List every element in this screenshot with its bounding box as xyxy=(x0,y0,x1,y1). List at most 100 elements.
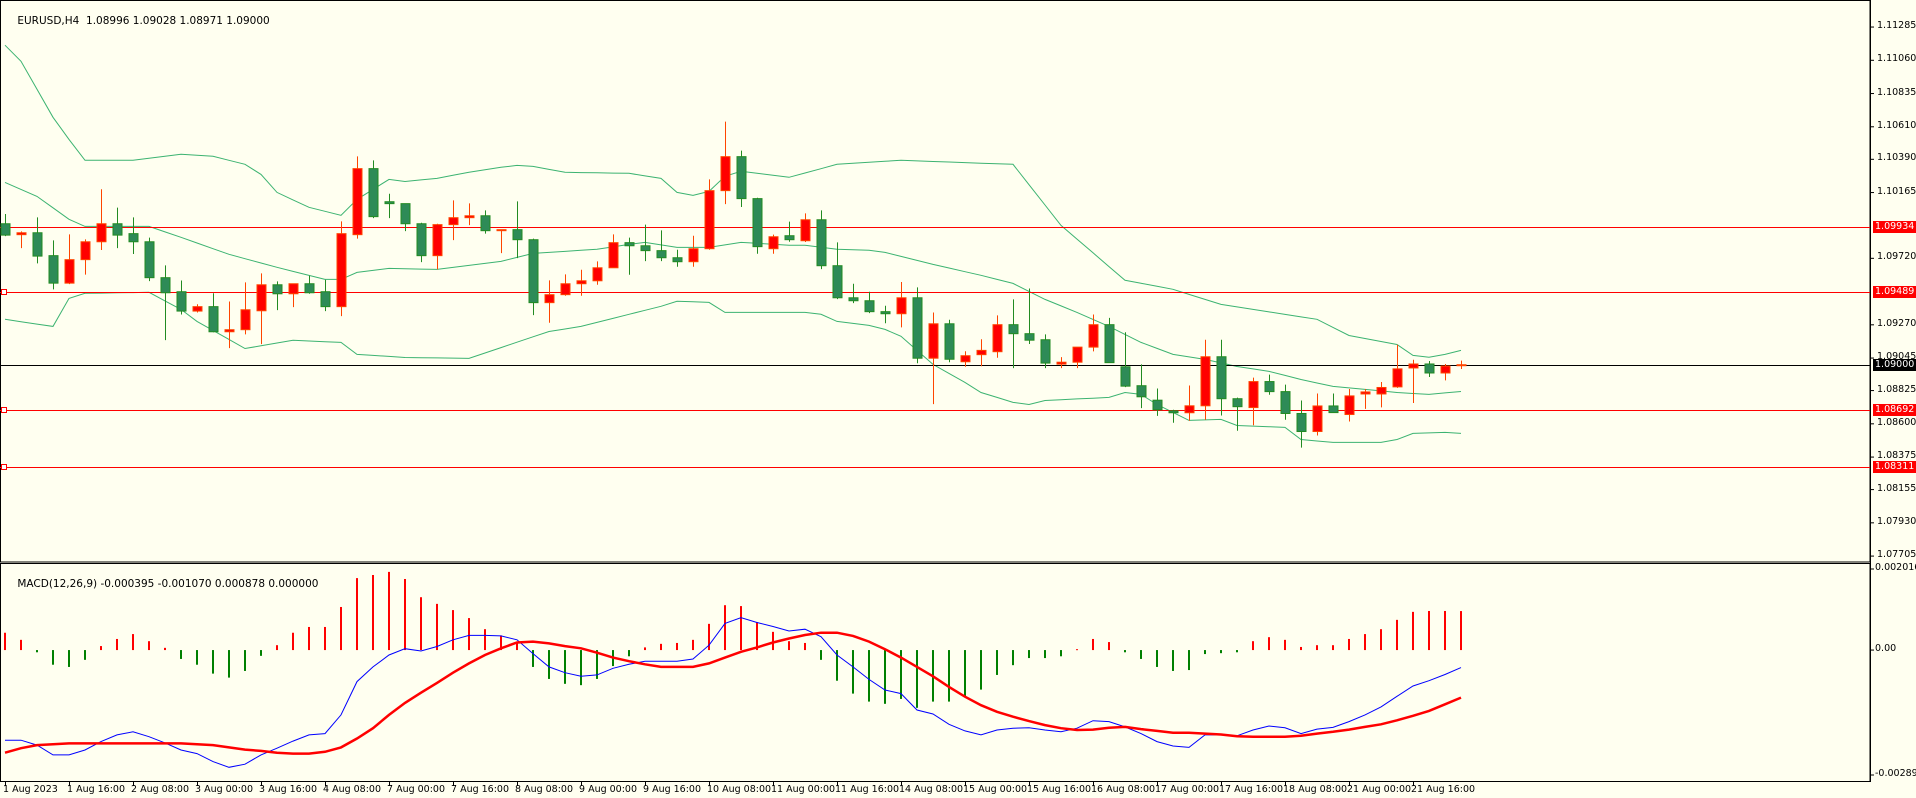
macd-title: MACD(12,26,9) xyxy=(17,578,98,590)
candle-body xyxy=(1296,412,1307,433)
macd-histogram-bar xyxy=(1284,639,1286,651)
trading-chart[interactable]: EURUSD,H4 1.08996 1.09028 1.08971 1.0900… xyxy=(0,0,1916,798)
price-tick-label: 1.08600 xyxy=(1877,416,1916,428)
macd-histogram-bar xyxy=(356,578,358,651)
candle xyxy=(752,197,763,254)
candle-body xyxy=(736,156,747,200)
macd-histogram-bar xyxy=(1124,650,1126,653)
candle-body xyxy=(960,355,971,363)
candle-body xyxy=(848,297,859,302)
macd-values: -0.000395 -0.001070 0.000878 0.000000 xyxy=(100,578,319,590)
macd-histogram-bar xyxy=(452,610,454,651)
candle-body xyxy=(448,217,459,226)
candle xyxy=(144,237,155,282)
time-tick-label: 21 Aug 16:00 xyxy=(1411,784,1476,795)
candle-body xyxy=(240,309,251,331)
candle-body xyxy=(1392,368,1403,388)
candle-body xyxy=(1312,405,1323,433)
macd-histogram-bar xyxy=(404,578,406,651)
macd-histogram-bar xyxy=(1140,650,1142,659)
candle-body xyxy=(16,232,27,236)
macd-histogram-bar xyxy=(820,650,822,660)
candle-body xyxy=(352,168,363,236)
candle-body xyxy=(880,311,891,315)
candle-body xyxy=(80,241,91,261)
macd-histogram-bar xyxy=(564,650,566,684)
time-tick-label: 7 Aug 16:00 xyxy=(451,784,510,795)
time-tick-label: 21 Aug 00:00 xyxy=(1347,784,1412,795)
candle-body xyxy=(1088,324,1099,348)
candle-body xyxy=(1280,391,1291,414)
macd-histogram-bar xyxy=(788,641,790,651)
chart-header: EURUSD,H4 1.08996 1.09028 1.08971 1.0900… xyxy=(4,3,269,39)
time-tick-label: 8 Aug 08:00 xyxy=(515,784,574,795)
candle-body xyxy=(64,259,75,284)
macd-histogram-bar xyxy=(804,642,806,651)
macd-histogram-bar xyxy=(20,639,22,651)
candle-body xyxy=(1376,386,1387,395)
candle-body xyxy=(1232,398,1243,408)
candle-body xyxy=(112,223,123,236)
macd-histogram-bar xyxy=(1428,610,1430,651)
time-tick-label: 2 Aug 08:00 xyxy=(131,784,190,795)
candle-body xyxy=(592,267,603,282)
macd-histogram-bar xyxy=(996,650,998,675)
price-tick-label: 1.11060 xyxy=(1877,53,1916,65)
macd-histogram-bar xyxy=(1444,610,1446,651)
candle-body xyxy=(624,242,635,247)
bid-price-label: 1.09000 xyxy=(1873,358,1916,371)
macd-histogram-bar xyxy=(1012,650,1014,666)
candle-body xyxy=(944,323,955,360)
candle xyxy=(368,160,379,219)
macd-histogram-bar xyxy=(228,650,230,678)
time-tick-label: 11 Aug 16:00 xyxy=(835,784,900,795)
price-chart-panel[interactable] xyxy=(0,0,1916,798)
candle-body xyxy=(752,198,763,248)
macd-histogram-bar xyxy=(84,650,86,660)
macd-header: MACD(12,26,9) -0.000395 -0.001070 0.0008… xyxy=(4,566,318,602)
macd-histogram-bar xyxy=(484,629,486,651)
macd-histogram-bar xyxy=(548,650,550,679)
time-tick-label: 4 Aug 08:00 xyxy=(323,784,382,795)
level-line-handle xyxy=(1,289,7,295)
macd-histogram-bar xyxy=(1252,641,1254,651)
time-tick-label: 14 Aug 08:00 xyxy=(899,784,964,795)
macd-histogram-bar xyxy=(1396,619,1398,651)
macd-histogram-bar xyxy=(324,626,326,651)
candle xyxy=(912,287,923,364)
candle xyxy=(1040,334,1051,369)
macd-histogram-bar xyxy=(1108,642,1110,651)
candle xyxy=(1104,317,1115,364)
macd-histogram-bar xyxy=(1268,637,1270,651)
macd-histogram-bar xyxy=(436,603,438,651)
candle-body xyxy=(576,280,587,285)
candle-body xyxy=(160,277,171,294)
macd-histogram-bar xyxy=(724,605,726,651)
symbol-timeframe: EURUSD,H4 xyxy=(17,15,80,27)
candle-body xyxy=(368,168,379,218)
price-tick-label: 1.10610 xyxy=(1877,119,1916,131)
time-tick-label: 7 Aug 00:00 xyxy=(387,784,446,795)
candle-body xyxy=(1344,395,1355,416)
level-price-label: 1.08311 xyxy=(1873,460,1916,473)
macd-histogram-bar xyxy=(1364,634,1366,651)
candle xyxy=(352,156,363,239)
candle-body xyxy=(1136,385,1147,398)
time-tick-label: 1 Aug 2023 xyxy=(3,784,58,795)
candle-body xyxy=(1056,361,1067,365)
macd-histogram-bar xyxy=(100,646,102,651)
price-tick-label: 1.10390 xyxy=(1877,152,1916,164)
price-tick-label: 1.10835 xyxy=(1877,86,1916,98)
time-tick-label: 15 Aug 00:00 xyxy=(963,784,1028,795)
price-tick-label: 1.10165 xyxy=(1877,185,1916,197)
candle-body xyxy=(400,203,411,225)
macd-histogram-bar xyxy=(692,639,694,651)
level-line-handle xyxy=(1,464,7,470)
candle-body xyxy=(896,297,907,315)
macd-tick-label: 0.00 xyxy=(1875,643,1897,655)
candle-body xyxy=(1072,346,1083,363)
time-tick-label: 3 Aug 16:00 xyxy=(259,784,318,795)
macd-histogram-bar xyxy=(644,647,646,651)
macd-histogram-bar xyxy=(1220,650,1222,654)
candle-body xyxy=(224,329,235,333)
